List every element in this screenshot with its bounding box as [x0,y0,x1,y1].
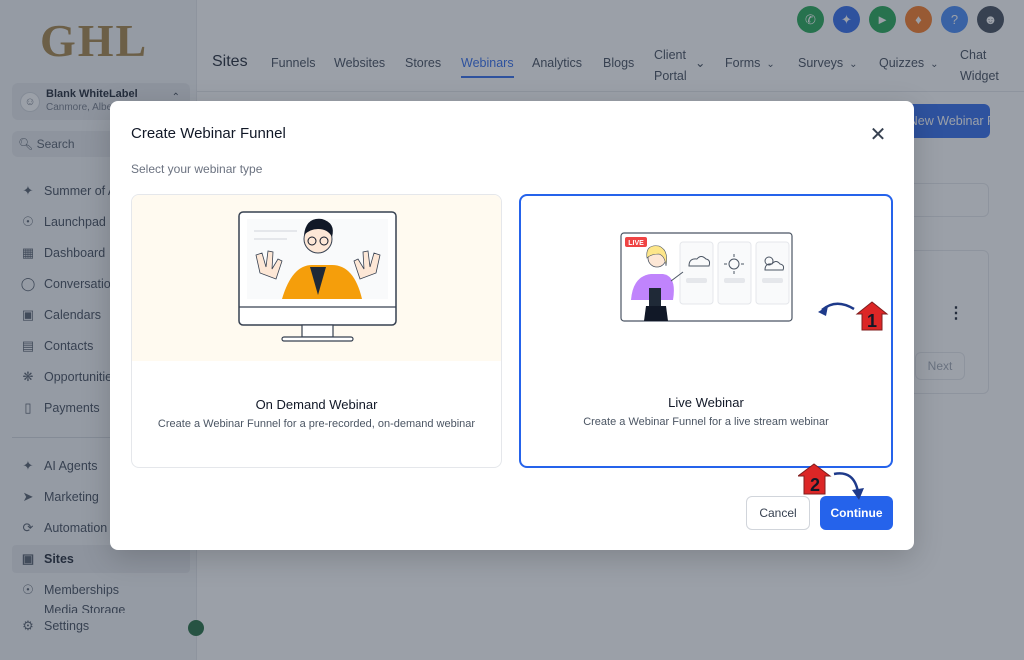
modal-subtitle: Select your webinar type [131,162,263,176]
close-icon[interactable]: ✕ [867,125,889,147]
create-webinar-funnel-modal: Create Webinar Funnel ✕ Select your webi… [110,101,914,550]
step-2-annotation: 2 [798,463,864,500]
on-demand-webinar-card[interactable]: On Demand Webinar Create a Webinar Funne… [131,194,502,468]
step-1-annotation: 1 [818,301,889,331]
card-title: On Demand Webinar [255,397,378,412]
card-description: Create a Webinar Funnel for a live strea… [583,416,829,428]
on-demand-illustration [132,195,501,361]
card-title: Live Webinar [668,395,744,410]
step-2-number: 2 [810,475,820,495]
step-1-number: 1 [867,311,877,331]
modal-title: Create Webinar Funnel [131,125,286,142]
live-badge: LIVE [628,240,644,247]
card-description: Create a Webinar Funnel for a pre-record… [157,418,476,430]
